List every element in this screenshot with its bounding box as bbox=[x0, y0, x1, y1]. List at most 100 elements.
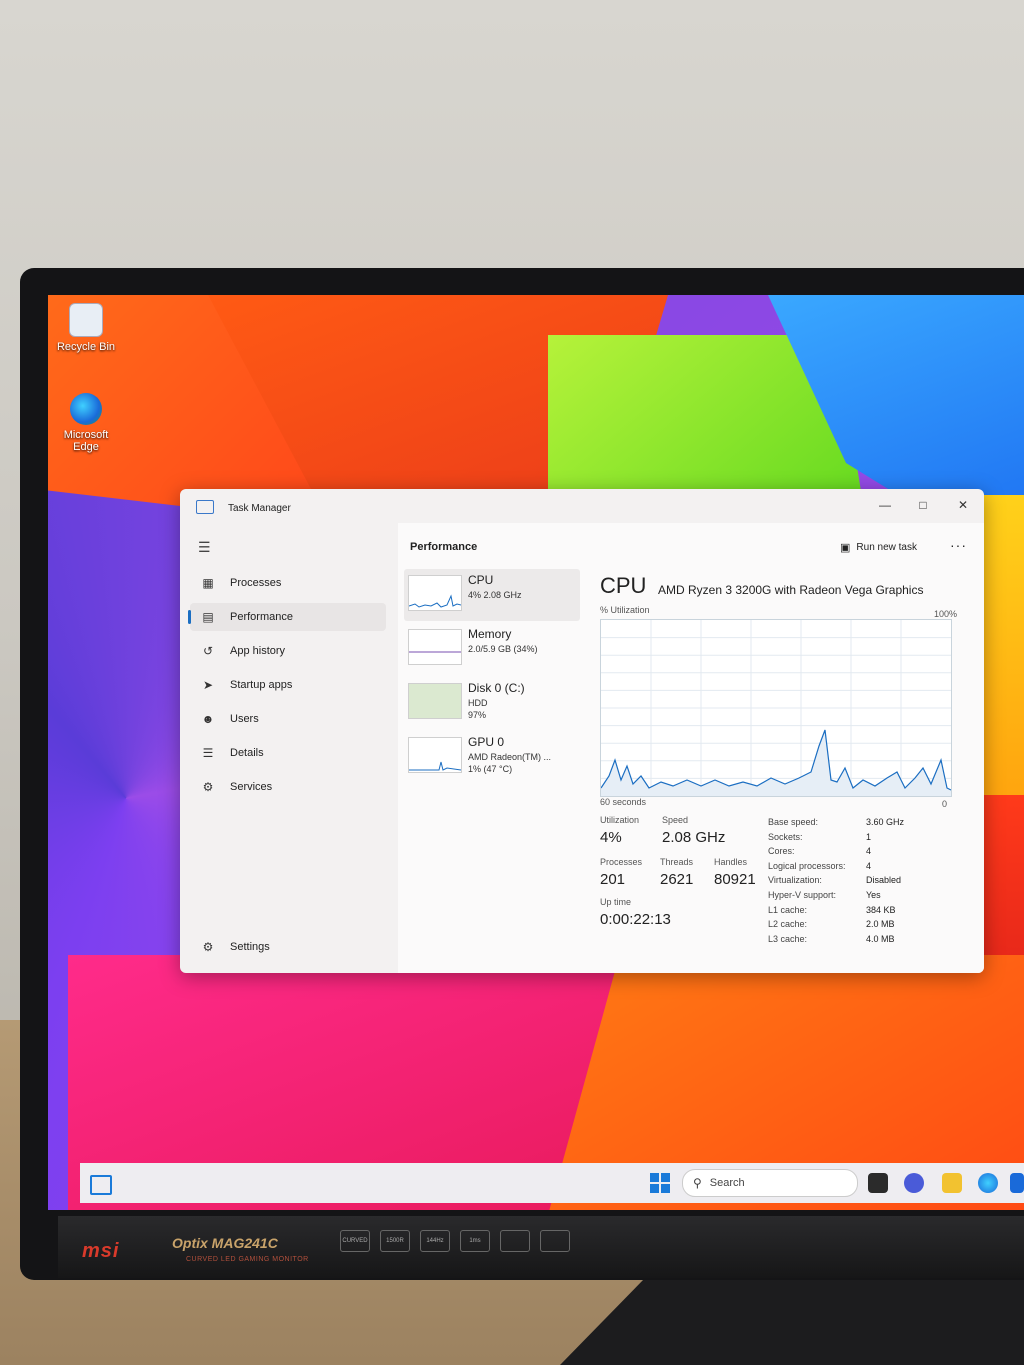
widgets-icon[interactable] bbox=[90, 1175, 112, 1195]
spec-row: L1 cache: 384 KB bbox=[768, 903, 948, 918]
nav-settings[interactable]: ⚙ Settings bbox=[190, 933, 386, 961]
nav-users[interactable]: ☻ Users bbox=[190, 705, 386, 733]
stat-label: Handles bbox=[714, 857, 748, 867]
monitor-badges: CURVED 1500R 144Hz 1ms bbox=[340, 1230, 570, 1252]
processes-icon: ▦ bbox=[202, 576, 214, 590]
maximize-button[interactable]: □ bbox=[908, 495, 938, 515]
sidebar: ☰ ▦ Processes ▤ Performance ↺ App histor… bbox=[180, 523, 394, 973]
device-subtext: HDD 97% bbox=[468, 697, 488, 721]
stat-label: Utilization bbox=[600, 815, 640, 825]
disk-thumbnail-graph bbox=[408, 683, 462, 719]
monitor-badge: 1500R bbox=[380, 1230, 410, 1252]
monitor-brand-logo: msi bbox=[82, 1240, 120, 1262]
spec-key: L1 cache: bbox=[768, 904, 808, 915]
nav-label: Processes bbox=[230, 577, 282, 589]
start-button[interactable] bbox=[650, 1173, 670, 1193]
monitor-badge: 1ms bbox=[460, 1230, 490, 1252]
spec-row: Virtualization: Disabled bbox=[768, 873, 948, 888]
more-options-button[interactable]: ··· bbox=[950, 537, 967, 553]
device-subtext-line: 2.0/5.9 GB (34%) bbox=[468, 644, 538, 654]
spec-value: Disabled bbox=[866, 875, 902, 886]
minimize-button[interactable]: — bbox=[870, 495, 900, 515]
spec-key: Logical processors: bbox=[768, 860, 846, 871]
monitor-badge: CURVED bbox=[340, 1230, 370, 1252]
device-item-memory[interactable]: Memory 2.0/5.9 GB (34%) bbox=[404, 623, 580, 675]
details-icon: ☰ bbox=[202, 746, 214, 760]
device-name: CPU bbox=[468, 573, 494, 587]
device-subtext-line: HDD bbox=[468, 698, 488, 708]
nav-label: Details bbox=[230, 747, 264, 759]
monitor-tagline: CURVED LED GAMING MONITOR bbox=[186, 1256, 309, 1263]
close-button[interactable]: ✕ bbox=[948, 495, 978, 515]
nav-details[interactable]: ☰ Details bbox=[190, 739, 386, 767]
spec-key: Sockets: bbox=[768, 831, 803, 842]
memory-thumbnail-graph bbox=[408, 629, 462, 665]
windows-logo-tile bbox=[650, 1173, 659, 1182]
taskbar: ⚲ Search bbox=[80, 1163, 1024, 1203]
stat-label: Speed bbox=[662, 815, 689, 825]
device-name: Disk 0 (C:) bbox=[468, 681, 525, 695]
device-subtext-line: 97% bbox=[468, 710, 487, 720]
detail-heading: CPU bbox=[600, 573, 647, 598]
stat-value-speed: 2.08 GHz bbox=[662, 829, 726, 846]
spec-key: L3 cache: bbox=[768, 933, 808, 944]
spec-key: Hyper-V support: bbox=[768, 889, 837, 900]
nav-services[interactable]: ⚙ Services bbox=[190, 773, 386, 801]
spec-row: L2 cache: 2.0 MB bbox=[768, 917, 948, 932]
axis-time-label: 60 seconds bbox=[600, 797, 647, 807]
desktop-icon-recycle-bin[interactable]: Recycle Bin bbox=[54, 303, 118, 353]
spec-key: Virtualization: bbox=[768, 875, 822, 886]
file-explorer-icon[interactable] bbox=[942, 1173, 962, 1193]
chat-icon[interactable] bbox=[904, 1173, 924, 1193]
device-item-cpu[interactable]: CPU 4% 2.08 GHz bbox=[404, 569, 580, 621]
stat-label: Up time bbox=[600, 897, 632, 907]
nav-processes[interactable]: ▦ Processes bbox=[190, 569, 386, 597]
search-placeholder: Search bbox=[709, 1177, 745, 1189]
stat-label: Processes bbox=[600, 857, 643, 867]
nav-label: Services bbox=[230, 781, 273, 793]
spec-value: Yes bbox=[866, 889, 881, 900]
run-task-icon: ▣ bbox=[840, 542, 851, 554]
device-subtext-line: 4% 2.08 GHz bbox=[468, 590, 522, 600]
nav-app-history[interactable]: ↺ App history bbox=[190, 637, 386, 665]
startup-icon: ➤ bbox=[202, 678, 214, 692]
performance-icon: ▤ bbox=[202, 610, 214, 624]
device-item-gpu[interactable]: GPU 0 AMD Radeon(TM) ... 1% (47 °C) bbox=[404, 731, 580, 783]
spec-value: 4.0 MB bbox=[866, 933, 895, 944]
windows-logo-tile bbox=[661, 1173, 670, 1182]
monitor-badge-icon bbox=[500, 1230, 530, 1252]
run-new-task-button[interactable]: ▣ Run new task bbox=[840, 541, 917, 554]
device-name: GPU 0 bbox=[468, 735, 505, 749]
spec-value: 2.0 MB bbox=[866, 919, 895, 930]
device-item-disk[interactable]: Disk 0 (C:) HDD 97% bbox=[404, 677, 580, 729]
cpu-specs: Base speed: 3.60 GHz Sockets: 1 Cores: 4 Lo… bbox=[768, 815, 948, 946]
desktop-icon-label: Microsoft Edge bbox=[63, 429, 109, 453]
nav-startup-apps[interactable]: ➤ Startup apps bbox=[190, 671, 386, 699]
monitor-model: Optix MAG241C bbox=[172, 1235, 278, 1251]
task-view-icon[interactable] bbox=[868, 1173, 888, 1193]
monitor-badge-icon bbox=[540, 1230, 570, 1252]
cpu-model: AMD Ryzen 3 3200G with Radeon Vega Graph… bbox=[658, 583, 924, 597]
task-manager-icon bbox=[196, 500, 214, 514]
title-bar[interactable]: Task Manager — □ ✕ bbox=[180, 489, 984, 523]
taskbar-search[interactable]: ⚲ Search bbox=[682, 1169, 858, 1197]
spec-value: 1 bbox=[866, 831, 872, 842]
gpu-thumbnail-graph bbox=[408, 737, 462, 773]
performance-pane: Performance ▣ Run new task ··· CPU 4% 2.… bbox=[398, 523, 984, 973]
window-title: Task Manager bbox=[228, 503, 291, 514]
spec-row: Sockets: 1 bbox=[768, 830, 948, 845]
nav-performance[interactable]: ▤ Performance bbox=[188, 603, 386, 631]
axis-max-label: 100% bbox=[934, 609, 958, 619]
spec-value: 4 bbox=[866, 846, 872, 857]
spec-row: Logical processors: 4 bbox=[768, 859, 948, 874]
task-manager-window: Task Manager — □ ✕ ☰ ▦ Processes ▤ Perfo… bbox=[180, 489, 984, 973]
edge-taskbar-icon[interactable] bbox=[978, 1173, 998, 1193]
stat-value-threads: 2621 bbox=[660, 871, 694, 888]
device-subtext-line: AMD Radeon(TM) ... bbox=[468, 752, 552, 762]
desktop-icon-edge[interactable]: Microsoft Edge bbox=[54, 393, 118, 453]
store-icon[interactable] bbox=[1010, 1173, 1024, 1193]
menu-icon[interactable]: ☰ bbox=[198, 539, 211, 556]
nav-label: Startup apps bbox=[230, 679, 293, 691]
device-name: Memory bbox=[468, 627, 512, 641]
services-icon: ⚙ bbox=[202, 780, 214, 794]
